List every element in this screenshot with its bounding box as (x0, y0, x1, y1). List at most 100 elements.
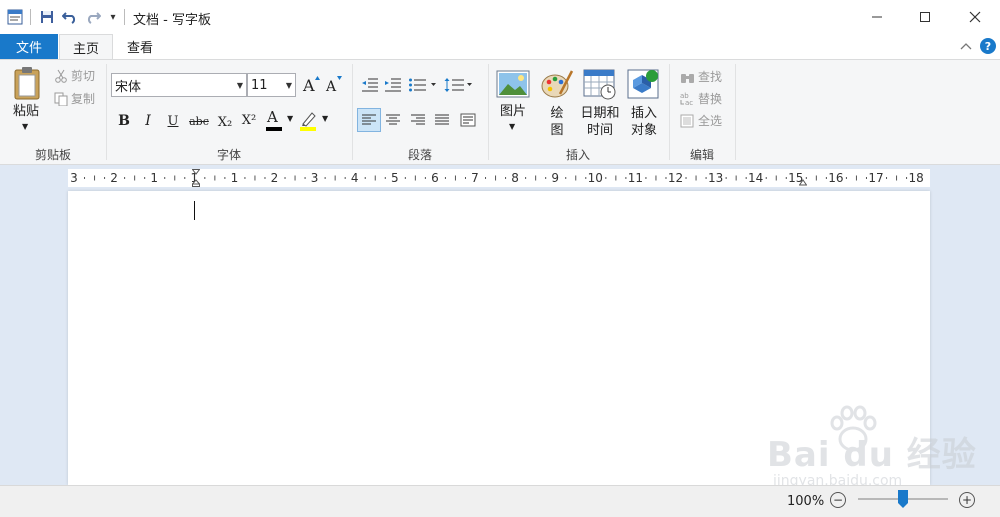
zoom-in-button[interactable]: + (959, 492, 975, 508)
shrink-font-icon[interactable]: A (325, 74, 343, 95)
minimize-button[interactable] (854, 0, 900, 34)
collapse-ribbon-icon[interactable] (958, 38, 974, 54)
ribbon-home: 粘贴 ▼ 剪切 复制 剪贴板 宋体 ▼ 11 ▼ A A B I U abc X… (0, 60, 1000, 165)
font-size-value: 11 (251, 77, 268, 93)
clipboard-paste-icon (14, 67, 40, 100)
first-line-indent-marker[interactable] (191, 169, 201, 190)
chevron-down-icon: ▼ (285, 81, 292, 90)
ruler-tick (214, 175, 216, 181)
grow-font-icon[interactable]: A (302, 74, 320, 95)
editing-group-label: 编辑 (689, 148, 714, 162)
subscript-button[interactable]: X₂ (214, 111, 236, 133)
ruler-tick (865, 177, 867, 179)
copy-label: 复制 (71, 92, 96, 106)
save-icon[interactable] (38, 8, 56, 26)
font-color-button[interactable]: A ▼ (264, 108, 296, 132)
paragraph-group-label: 段落 (407, 148, 432, 162)
wordpad-app-icon[interactable] (6, 8, 24, 26)
cut-button[interactable]: 剪切 (54, 67, 95, 84)
title-bar: ▾ 文档 - 写字板 (0, 0, 1000, 34)
ruler-label: 3 (70, 171, 78, 185)
ruler-tick (204, 177, 206, 179)
tab-file[interactable]: 文件 (0, 34, 58, 59)
zoom-slider-thumb[interactable] (898, 490, 908, 508)
group-separator (735, 64, 736, 160)
paste-button[interactable]: 粘贴 ▼ (6, 64, 46, 138)
svg-text:A: A (325, 79, 337, 94)
paint-drawing-button[interactable]: 绘 图 (538, 66, 576, 142)
line-spacing-button[interactable] (444, 74, 474, 96)
paragraph-icon (460, 113, 476, 127)
right-indent-marker[interactable] (798, 175, 808, 190)
customize-quick-access-icon[interactable]: ▾ (104, 8, 122, 26)
insert-object-button[interactable]: 插入 对象 (624, 66, 664, 142)
decrease-indent-icon[interactable] (359, 74, 381, 96)
ruler-tick (745, 177, 747, 179)
tab-view[interactable]: 查看 (114, 34, 166, 59)
align-center-icon (386, 114, 400, 125)
ruler-tick (665, 177, 667, 179)
align-right-button[interactable] (407, 109, 429, 131)
ruler-label: 2 (110, 171, 118, 185)
italic-button[interactable]: I (137, 110, 159, 132)
align-center-button[interactable] (382, 109, 404, 131)
select-all-button[interactable]: 全选 (680, 112, 722, 129)
copy-button[interactable]: 复制 (54, 90, 95, 107)
find-label: 查找 (698, 70, 723, 84)
superscript-button[interactable]: X² (238, 109, 260, 131)
ruler-label: 10 (588, 171, 603, 185)
paste-dropdown-icon: ▼ (22, 122, 29, 131)
ruler-label: 13 (708, 171, 723, 185)
ruler-tick (144, 177, 146, 179)
font-family-select[interactable]: 宋体 ▼ (111, 73, 247, 97)
ruler-tick (304, 177, 306, 179)
ruler-tick (254, 175, 256, 181)
close-button[interactable] (952, 0, 998, 34)
increase-indent-icon[interactable] (382, 74, 404, 96)
font-color-letter: A (267, 108, 278, 126)
ruler-tick (655, 175, 657, 181)
ruler-tick (545, 177, 547, 179)
baidu-jingyan-watermark: Bai du 经验 jingyan.baidu.com (765, 405, 995, 497)
ruler-tick (525, 177, 527, 179)
bullet-list-button[interactable] (408, 74, 438, 96)
horizontal-ruler[interactable]: 3 2 1 1 1 2 3 4 5 6 7 8 9 10 11 12 13 14 15 16 17 18 (68, 169, 930, 187)
insert-group-label: 插入 (565, 148, 590, 162)
ruler-tick (364, 177, 366, 179)
scissors-icon (55, 69, 67, 83)
tab-home[interactable]: 主页 (59, 34, 113, 59)
highlight-color-button[interactable]: ▼ (298, 108, 330, 132)
ruler-tick (124, 177, 126, 179)
calendar-clock-icon (583, 69, 616, 100)
ruler-tick (765, 177, 767, 179)
svg-text:ac: ac (685, 99, 693, 106)
ruler-tick (845, 177, 847, 179)
zoom-out-button[interactable]: − (830, 492, 846, 508)
object-label-line1: 插入 (630, 106, 657, 121)
ruler-tick (705, 177, 707, 179)
ribbon-tab-row: 文件 主页 查看 ? (0, 34, 1000, 60)
font-size-select[interactable]: 11 ▼ (247, 73, 296, 97)
chevron-down-icon: ▼ (322, 114, 329, 123)
align-left-button[interactable] (357, 108, 381, 132)
maximize-button[interactable] (902, 0, 948, 34)
ruler-tick (464, 177, 466, 179)
help-icon[interactable]: ? (980, 38, 996, 54)
insert-picture-button[interactable]: 图片 ▼ (492, 66, 534, 142)
strikethrough-button[interactable]: abc (187, 110, 211, 132)
insert-datetime-button[interactable]: 日期和 时间 (578, 66, 622, 142)
redo-icon[interactable] (84, 8, 102, 26)
paragraph-settings-button[interactable] (457, 109, 479, 131)
underline-button[interactable]: U (162, 110, 184, 132)
ruler-tick (174, 175, 176, 181)
ruler-tick (485, 177, 487, 179)
ruler-label: 4 (351, 171, 359, 185)
undo-icon[interactable] (61, 8, 79, 26)
justify-button[interactable] (431, 109, 453, 131)
line-spacing-icon (444, 78, 472, 92)
find-button[interactable]: 查找 (680, 68, 722, 85)
replace-button[interactable]: ab ac 替换 (680, 90, 722, 107)
ruler-tick (224, 177, 226, 179)
bold-button[interactable]: B (113, 110, 135, 132)
qa-separator (30, 9, 31, 25)
